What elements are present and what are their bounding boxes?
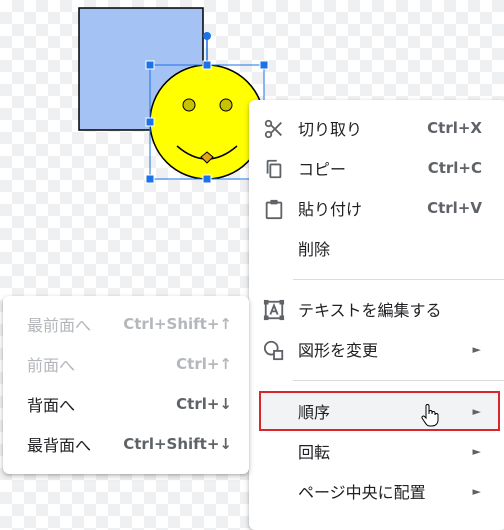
menu-item-center-on-page[interactable]: ページ中央に配置 ► (249, 471, 504, 511)
copy-icon (266, 159, 282, 179)
shortcut-text: Ctrl+↑ (176, 355, 232, 373)
rotate-handle (203, 32, 211, 40)
menu-item-copy[interactable]: コピー Ctrl+C (249, 148, 504, 188)
menu-item-label: コピー (298, 160, 347, 179)
menu-divider (293, 279, 504, 280)
menu-item-label: 切り取り (298, 120, 363, 139)
context-menu: 切り取り Ctrl+X コピー Ctrl+C 貼り付け Ctrl+V 削除 テキ… (249, 100, 504, 530)
menu-item-label: 削除 (298, 240, 331, 259)
shortcut-text: Ctrl+↓ (176, 395, 232, 413)
handle-tr (259, 60, 269, 70)
submenu-item-bring-forward[interactable]: 前面へ Ctrl+↑ (3, 344, 249, 384)
menu-item-order[interactable]: 順序 ► (259, 391, 500, 431)
submenu-item-send-to-back[interactable]: 最背面へ Ctrl+Shift+↓ (3, 424, 249, 464)
shortcut-text: Ctrl+V (427, 199, 482, 217)
menu-item-label: 貼り付け (298, 200, 363, 219)
right-eye (219, 98, 233, 112)
submenu-arrow-icon: ► (472, 484, 481, 498)
text-box-icon (263, 299, 285, 321)
menu-divider (293, 380, 504, 381)
menu-item-label: 最前面へ (27, 316, 92, 335)
handle-bm (202, 174, 212, 184)
shapes-icon (263, 340, 284, 361)
menu-item-rotate[interactable]: 回転 ► (249, 431, 504, 471)
menu-item-label: 順序 (298, 403, 331, 422)
scissors-icon (264, 119, 282, 139)
menu-item-label: ページ中央に配置 (298, 483, 426, 502)
shortcut-text: Ctrl+X (427, 119, 482, 137)
menu-item-label: 前面へ (27, 356, 76, 375)
clipboard-icon (265, 199, 283, 220)
submenu-item-send-backward[interactable]: 背面へ Ctrl+↓ (3, 384, 249, 424)
handle-tm (202, 60, 212, 70)
submenu-item-bring-to-front[interactable]: 最前面へ Ctrl+Shift+↑ (3, 304, 249, 344)
shortcut-text: Ctrl+Shift+↑ (123, 315, 232, 333)
order-submenu: 最前面へ Ctrl+Shift+↑ 前面へ Ctrl+↑ 背面へ Ctrl+↓ … (3, 296, 249, 474)
menu-item-paste[interactable]: 貼り付け Ctrl+V (249, 188, 504, 228)
shortcut-text: Ctrl+Shift+↓ (123, 435, 232, 453)
submenu-arrow-icon: ► (472, 404, 481, 418)
menu-item-change-shape[interactable]: 図形を変更 ► (249, 329, 504, 369)
shortcut-text: Ctrl+C (427, 159, 482, 177)
handle-tl (145, 60, 155, 70)
hand-cursor-icon (421, 404, 439, 427)
menu-item-edit-text[interactable]: テキストを編集する (249, 289, 504, 329)
handle-ml (145, 117, 155, 127)
menu-item-delete[interactable]: 削除 (249, 228, 504, 268)
smiley-face[interactable] (149, 64, 265, 180)
submenu-arrow-icon: ► (472, 444, 481, 458)
menu-item-label: 背面へ (27, 396, 76, 415)
menu-item-label: 最背面へ (27, 436, 92, 455)
submenu-arrow-icon: ► (472, 342, 481, 356)
left-eye (182, 98, 196, 112)
menu-item-cut[interactable]: 切り取り Ctrl+X (249, 108, 504, 148)
menu-item-label: テキストを編集する (298, 301, 442, 320)
menu-item-label: 図形を変更 (298, 341, 379, 360)
menu-item-label: 回転 (298, 443, 331, 462)
handle-bl (145, 174, 155, 184)
